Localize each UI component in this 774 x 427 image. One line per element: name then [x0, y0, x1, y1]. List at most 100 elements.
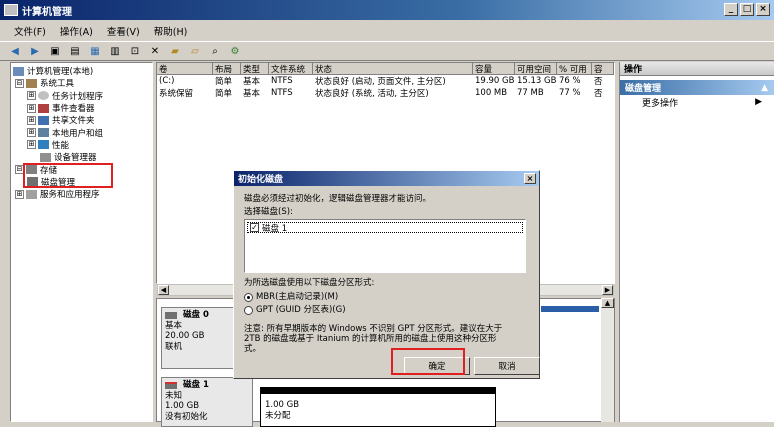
expand-icon[interactable]: ⊞ — [27, 128, 36, 138]
expand-icon[interactable]: ⊞ — [27, 140, 36, 150]
export-icon[interactable]: ⊡ — [128, 45, 142, 58]
folder-icon[interactable]: ▰ — [168, 45, 182, 58]
disk-1-name: 磁盘 1 — [183, 380, 209, 390]
show-hide-tree-icon[interactable]: ▤ — [68, 45, 82, 58]
mbr-radio[interactable] — [244, 292, 253, 302]
column-type[interactable]: 类型 — [241, 63, 269, 75]
tools-icon — [26, 78, 37, 88]
partition-style-label: 为所选磁盘使用以下磁盘分区形式: — [244, 278, 375, 288]
tree-root-label: 计算机管理(本地) — [27, 67, 94, 78]
note-text-line-1: 注意: 所有早期版本的 Windows 不识别 GPT 分区形式。建议在大于 — [244, 324, 503, 334]
volume-filesystem: NTFS — [271, 88, 293, 98]
tree-item-system-tools[interactable]: ⊟ 系统工具 — [13, 77, 150, 89]
column-percent-free[interactable]: % 可用 — [557, 63, 592, 75]
volume-fault-tolerance: 否 — [594, 77, 603, 87]
tree-item-device-manager[interactable]: 设备管理器 — [13, 151, 150, 163]
tree-item-services-apps[interactable]: ⊞ 服务和应用程序 — [13, 188, 150, 200]
column-status[interactable]: 状态 — [313, 63, 473, 75]
gpt-label: GPT (GUID 分区表)(G) — [256, 305, 346, 315]
event-viewer-icon — [38, 103, 49, 113]
menu-help[interactable]: 帮助(H) — [154, 24, 188, 38]
tree-item-performance[interactable]: ⊞ 性能 — [13, 139, 150, 151]
initialize-disk-dialog: 初始化磁盘 × 磁盘必须经过初始化，逻辑磁盘管理器才能访问。 选择磁盘(S): … — [233, 170, 540, 379]
tree-item-label: 事件查看器 — [52, 104, 95, 115]
volume-name: 系统保留 — [159, 89, 194, 99]
close-button[interactable]: × — [756, 3, 770, 16]
services-icon — [26, 189, 37, 199]
expand-icon[interactable]: ⊞ — [27, 91, 36, 101]
more-actions-item[interactable]: 更多操作 ▶ — [620, 95, 774, 109]
up-icon[interactable]: ▣ — [48, 45, 62, 58]
expand-icon[interactable]: ⊞ — [27, 115, 36, 125]
tree-item-label: 共享文件夹 — [52, 116, 95, 127]
search-icon[interactable]: ⌕ — [208, 45, 222, 58]
toolbar: ◀ ▶ ▣ ▤ ▦ ▥ ⊡ ✕ ▰ ▱ ⌕ ⚙ — [0, 41, 774, 61]
unallocated-band — [261, 388, 495, 394]
scroll-up-icon[interactable]: ▲ — [601, 298, 614, 308]
dialog-close-button[interactable]: × — [524, 173, 536, 184]
tree-item-shared-folders[interactable]: ⊞ 共享文件夹 — [13, 114, 150, 126]
scroll-left-icon[interactable]: ◀ — [158, 285, 169, 295]
actions-section-disk-management[interactable]: 磁盘管理 ▲ — [620, 80, 774, 95]
minimize-button[interactable]: _ — [724, 3, 738, 16]
disk-1-volume-size: 1.00 GB — [265, 400, 300, 410]
disk-1-unallocated-volume[interactable]: 1.00 GB 未分配 — [260, 387, 496, 427]
note-text-line-2: 2TB 的磁盘或基于 Itanium 的计算机所用的磁盘上使用这种分区形 — [244, 334, 497, 344]
menu-view[interactable]: 查看(V) — [107, 24, 140, 38]
disk-1-checkbox[interactable]: ✓ — [250, 223, 259, 232]
column-filesystem[interactable]: 文件系统 — [269, 63, 313, 75]
disk-1-status: 没有初始化 — [165, 411, 208, 422]
collapse-icon[interactable]: ⊟ — [15, 78, 24, 88]
tree-root[interactable]: 计算机管理(本地) — [13, 65, 150, 77]
volume-filesystem: NTFS — [271, 76, 293, 86]
disk-0-partition-bar — [541, 306, 599, 312]
column-free-space[interactable]: 可用空间 — [515, 63, 557, 75]
expand-icon[interactable]: ⊞ — [15, 189, 24, 199]
disk-1-card[interactable]: 磁盘 1 未知 1.00 GB 没有初始化 — [161, 377, 253, 427]
column-volume[interactable]: 卷 — [157, 63, 213, 75]
performance-icon — [38, 140, 49, 150]
scroll-right-icon[interactable]: ▶ — [602, 285, 613, 295]
tree-item-local-users[interactable]: ⊞ 本地用户和组 — [13, 126, 150, 139]
disk-icon — [165, 311, 177, 319]
properties-icon[interactable]: ▦ — [88, 45, 102, 58]
table-row[interactable]: 系统保留 简单 基本 NTFS 状态良好 (系统, 活动, 主分区) 100 M… — [157, 87, 614, 99]
users-icon — [38, 128, 49, 138]
mbr-option[interactable]: MBR(主启动记录)(M) — [244, 292, 338, 303]
open-icon[interactable]: ▱ — [188, 45, 202, 58]
maximize-button[interactable]: □ — [740, 3, 754, 16]
menu-file[interactable]: 文件(F) — [14, 24, 46, 38]
disk-uninitialized-icon — [165, 381, 177, 389]
table-row[interactable]: (C:) 简单 基本 NTFS 状态良好 (启动, 页面文件, 主分区) 19.… — [157, 75, 614, 87]
volume-status: 状态良好 (系统, 活动, 主分区) — [315, 89, 429, 99]
gpt-radio[interactable] — [244, 305, 253, 315]
note-text-line-3: 式。 — [244, 344, 262, 354]
back-icon[interactable]: ◀ — [8, 45, 22, 58]
shared-folder-icon — [38, 115, 49, 125]
tree-item-event-viewer[interactable]: ⊞ 事件查看器 — [13, 102, 150, 114]
disk-select-list[interactable]: ✓ 磁盘 1 — [244, 219, 526, 273]
tree-item-task-scheduler[interactable]: ⊞ 任务计划程序 — [13, 90, 150, 102]
highlight-box-disk-management — [23, 163, 113, 188]
column-layout[interactable]: 布局 — [213, 63, 241, 75]
column-fault-tolerance[interactable]: 容 — [592, 63, 614, 75]
volume-fault-tolerance: 否 — [594, 89, 603, 99]
delete-icon[interactable]: ✕ — [148, 45, 162, 58]
settings-icon[interactable]: ⚙ — [228, 45, 242, 58]
actions-section-label: 磁盘管理 — [625, 84, 662, 94]
disk-1-size: 1.00 GB — [165, 401, 200, 411]
gpt-option[interactable]: GPT (GUID 分区表)(G) — [244, 305, 346, 316]
menu-action[interactable]: 操作(A) — [60, 24, 93, 38]
list-item[interactable]: ✓ 磁盘 1 — [247, 222, 523, 234]
forward-icon[interactable]: ▶ — [28, 45, 42, 58]
cancel-button[interactable]: 取消 — [474, 357, 540, 375]
window-title: 计算机管理 — [22, 6, 72, 18]
help-icon[interactable]: ▥ — [108, 45, 122, 58]
expand-icon[interactable]: ⊞ — [27, 103, 36, 113]
disk-map-scrollbar[interactable]: ▲ — [601, 298, 614, 422]
collapse-arrow-icon[interactable]: ▲ — [761, 83, 768, 93]
volume-free-space: 15.13 GB — [517, 76, 557, 86]
disk-0-name: 磁盘 0 — [183, 310, 209, 320]
column-capacity[interactable]: 容量 — [473, 63, 515, 75]
tree-item-label: 任务计划程序 — [52, 91, 104, 102]
